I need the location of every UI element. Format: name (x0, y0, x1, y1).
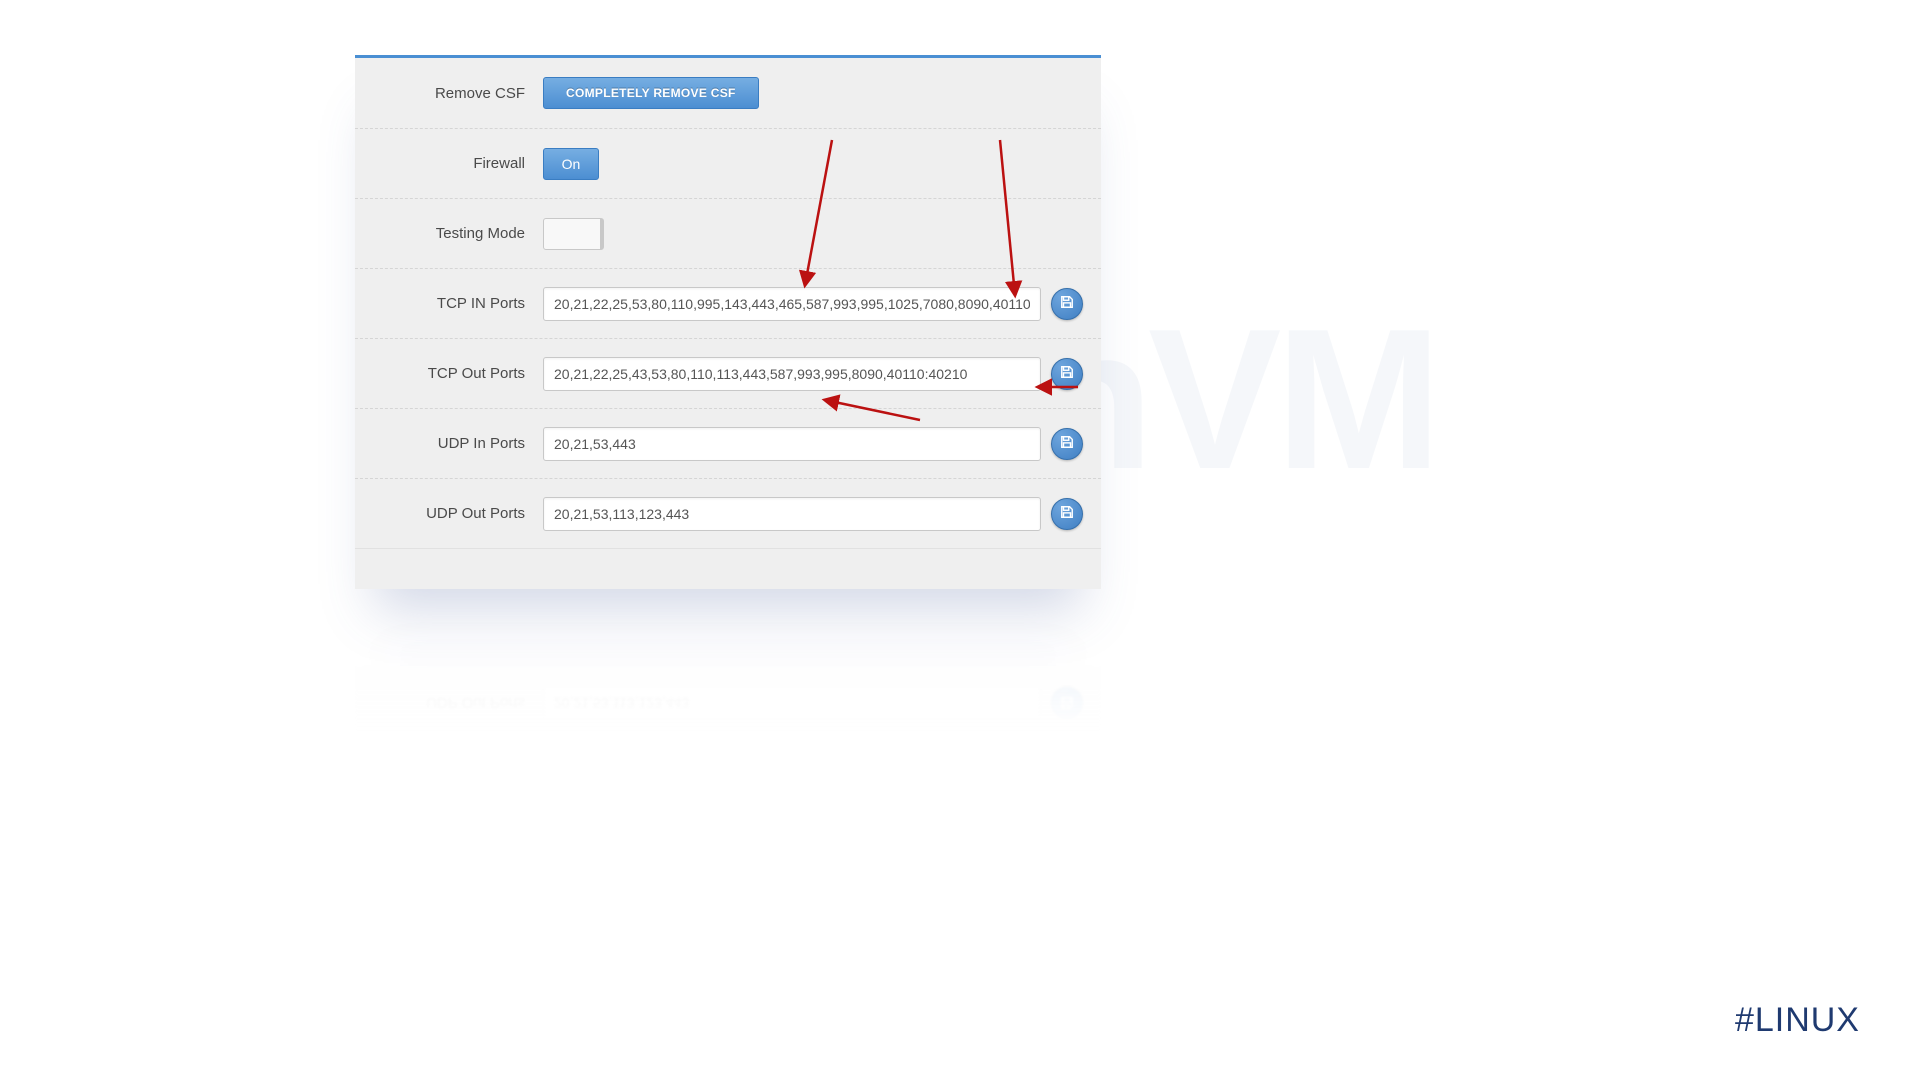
remove-csf-button[interactable]: COMPLETELY REMOVE CSF (543, 77, 759, 109)
save-icon (1060, 435, 1074, 452)
label-testing-mode: Testing Mode (355, 225, 543, 242)
row-remove-csf: Remove CSF COMPLETELY REMOVE CSF (355, 58, 1101, 128)
firewall-toggle[interactable]: On (543, 148, 599, 180)
tcp-in-input[interactable] (543, 287, 1041, 321)
csf-settings-panel: Remove CSF COMPLETELY REMOVE CSF Firewal… (355, 55, 1101, 589)
row-testing-mode: Testing Mode (355, 198, 1101, 268)
udp-out-input[interactable] (543, 497, 1041, 531)
testing-mode-toggle[interactable] (543, 218, 604, 250)
row-udp-in: UDP In Ports (355, 408, 1101, 478)
row-udp-out: UDP Out Ports (355, 478, 1101, 548)
panel-footer (355, 548, 1101, 589)
label-firewall: Firewall (355, 155, 543, 172)
row-tcp-out: TCP Out Ports (355, 338, 1101, 408)
save-tcp-in-button[interactable] (1051, 288, 1083, 320)
label-tcp-out: TCP Out Ports (355, 365, 543, 382)
udp-in-input[interactable] (543, 427, 1041, 461)
save-tcp-out-button[interactable] (1051, 358, 1083, 390)
panel-reflection: UDP Out Ports (355, 608, 1101, 738)
save-icon (1060, 295, 1074, 312)
save-icon (1060, 365, 1074, 382)
row-tcp-in: TCP IN Ports (355, 268, 1101, 338)
label-udp-in: UDP In Ports (355, 435, 543, 452)
label-remove-csf: Remove CSF (355, 85, 543, 102)
hashtag-label: #LINUX (1735, 1001, 1860, 1040)
label-udp-out: UDP Out Ports (355, 505, 543, 522)
save-udp-out-button[interactable] (1051, 498, 1083, 530)
label-tcp-in: TCP IN Ports (355, 295, 543, 312)
save-udp-in-button[interactable] (1051, 428, 1083, 460)
tcp-out-input[interactable] (543, 357, 1041, 391)
row-firewall: Firewall On (355, 128, 1101, 198)
save-icon (1060, 505, 1074, 522)
